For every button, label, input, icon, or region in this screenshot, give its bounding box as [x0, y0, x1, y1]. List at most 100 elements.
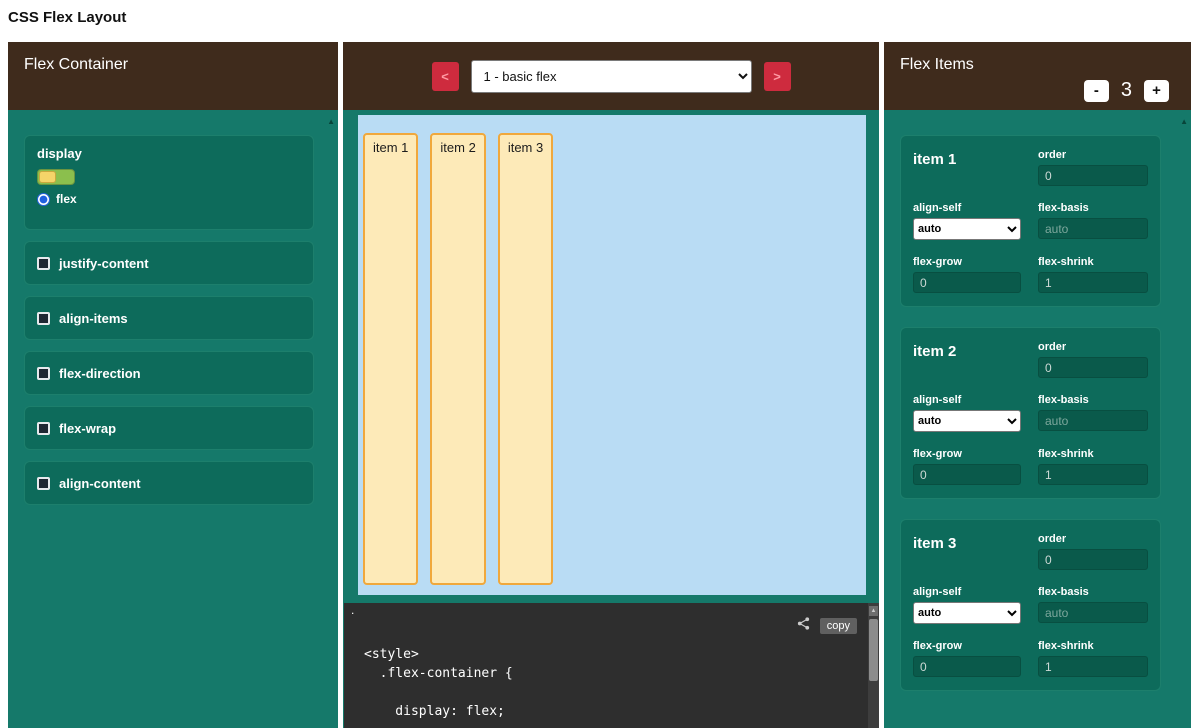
item-3-align-self-select[interactable]: auto: [913, 602, 1021, 624]
item-1-flex-basis-input[interactable]: [1038, 218, 1148, 239]
section-justify-content: justify-content: [24, 241, 314, 285]
scroll-up-arrow[interactable]: ▲: [1180, 118, 1188, 126]
item-2-flex-grow-input[interactable]: [913, 464, 1021, 485]
display-label: display: [37, 146, 301, 161]
add-item-button[interactable]: +: [1144, 80, 1169, 102]
item-1-flex-grow-field: flex-grow: [913, 256, 1021, 293]
flex-shrink-label: flex-shrink: [1038, 640, 1148, 652]
item-card-1: item 1 order align-self auto flex-basis …: [900, 135, 1161, 307]
share-icon[interactable]: [796, 616, 811, 636]
align-content-checkbox[interactable]: [37, 477, 50, 490]
item-count-controls: - 3 +: [1084, 79, 1169, 102]
preview-flex-item-2: item 2: [430, 133, 485, 585]
item-2-flex-basis-field: flex-basis: [1038, 394, 1148, 432]
align-self-label: align-self: [913, 202, 1021, 214]
item-1-flex-shrink-input[interactable]: [1038, 272, 1148, 293]
item-3-flex-shrink-field: flex-shrink: [1038, 640, 1148, 677]
flex-items-header: Flex Items - 3 +: [884, 42, 1191, 110]
code-line: display: flex;: [364, 702, 513, 721]
page-title: CSS Flex Layout: [8, 9, 126, 26]
code-line: .flex-container {: [364, 664, 513, 683]
item-3-flex-basis-field: flex-basis: [1038, 586, 1148, 624]
item-count: 3: [1121, 79, 1132, 102]
display-toggle[interactable]: [37, 169, 75, 185]
flex-basis-label: flex-basis: [1038, 202, 1148, 214]
item-3-flex-grow-field: flex-grow: [913, 640, 1021, 677]
preview-flex-item-3: item 3: [498, 133, 553, 585]
preview-header: < 1 - basic flex >: [343, 42, 879, 110]
code-line: <style>: [364, 645, 513, 664]
flex-grow-label: flex-grow: [913, 256, 1021, 268]
item-2-flex-shrink-input[interactable]: [1038, 464, 1148, 485]
item-2-align-self-field: align-self auto: [913, 394, 1021, 432]
flex-grow-label: flex-grow: [913, 640, 1021, 652]
section-align-items: align-items: [24, 296, 314, 340]
next-example-button[interactable]: >: [764, 62, 791, 91]
display-flex-radio-row: flex: [37, 192, 301, 206]
align-self-label: align-self: [913, 586, 1021, 598]
item-1-flex-shrink-field: flex-shrink: [1038, 256, 1148, 293]
flex-items-title: Flex Items: [900, 56, 974, 73]
display-toggle-knob: [39, 171, 56, 183]
flex-wrap-checkbox[interactable]: [37, 422, 50, 435]
section-flex-wrap: flex-wrap: [24, 406, 314, 450]
code-toolbar: copy: [796, 616, 857, 636]
item-3-flex-shrink-input[interactable]: [1038, 656, 1148, 677]
flex-direction-checkbox[interactable]: [37, 367, 50, 380]
item-1-title: item 1: [913, 149, 1021, 186]
item-1-order-input[interactable]: [1038, 165, 1148, 186]
item-3-order-field: order: [1038, 533, 1148, 570]
item-3-flex-basis-input[interactable]: [1038, 602, 1148, 623]
align-self-label: align-self: [913, 394, 1021, 406]
item-card-3: item 3 order align-self auto flex-basis …: [900, 519, 1161, 691]
item-3-title: item 3: [913, 533, 1021, 570]
example-select[interactable]: 1 - basic flex: [471, 60, 752, 93]
flex-container-panel: Flex Container ▲ display flex justify-co…: [8, 42, 338, 728]
justify-content-checkbox[interactable]: [37, 257, 50, 270]
item-3-align-self-field: align-self auto: [913, 586, 1021, 624]
display-section: display flex: [24, 135, 314, 230]
code-scroll-thumb[interactable]: [869, 619, 878, 681]
flex-items-body: ▲ item 1 order align-self auto flex-basi…: [884, 110, 1191, 728]
item-2-title: item 2: [913, 341, 1021, 378]
section-flex-direction: flex-direction: [24, 351, 314, 395]
item-3-order-input[interactable]: [1038, 549, 1148, 570]
display-flex-radio-label: flex: [56, 192, 77, 206]
item-1-flex-grow-input[interactable]: [913, 272, 1021, 293]
scroll-up-arrow[interactable]: ▲: [327, 118, 335, 126]
item-3-flex-grow-input[interactable]: [913, 656, 1021, 677]
flex-wrap-label: flex-wrap: [59, 421, 116, 436]
flex-direction-label: flex-direction: [59, 366, 141, 381]
flex-shrink-label: flex-shrink: [1038, 448, 1148, 460]
flex-container-body: ▲ display flex justify-content align-ite…: [8, 110, 338, 728]
code-block: <style> .flex-container { display: flex;: [364, 645, 513, 721]
item-1-align-self-field: align-self auto: [913, 202, 1021, 240]
item-1-align-self-select[interactable]: auto: [913, 218, 1021, 240]
order-label: order: [1038, 341, 1148, 353]
prev-example-button[interactable]: <: [432, 62, 459, 91]
item-2-order-field: order: [1038, 341, 1148, 378]
item-2-flex-grow-field: flex-grow: [913, 448, 1021, 485]
code-stray-dot: .: [351, 603, 354, 617]
display-flex-radio[interactable]: [37, 193, 50, 206]
preview-flex-item-1: item 1: [363, 133, 418, 585]
item-card-2: item 2 order align-self auto flex-basis …: [900, 327, 1161, 499]
flex-container-header: Flex Container: [8, 42, 338, 110]
flex-basis-label: flex-basis: [1038, 586, 1148, 598]
order-label: order: [1038, 149, 1148, 161]
item-1-flex-basis-field: flex-basis: [1038, 202, 1148, 240]
copy-button[interactable]: copy: [820, 618, 857, 634]
remove-item-button[interactable]: -: [1084, 80, 1109, 102]
code-scrollbar[interactable]: ▲: [868, 603, 879, 728]
item-2-flex-shrink-field: flex-shrink: [1038, 448, 1148, 485]
item-2-flex-basis-input[interactable]: [1038, 410, 1148, 431]
preview-panel: < 1 - basic flex > item 1 item 2 item 3 …: [343, 42, 879, 728]
align-items-label: align-items: [59, 311, 128, 326]
flex-container-title: Flex Container: [24, 56, 128, 73]
item-1-order-field: order: [1038, 149, 1148, 186]
item-2-order-input[interactable]: [1038, 357, 1148, 378]
code-scroll-up-arrow[interactable]: ▲: [869, 606, 878, 616]
item-2-align-self-select[interactable]: auto: [913, 410, 1021, 432]
align-items-checkbox[interactable]: [37, 312, 50, 325]
flex-shrink-label: flex-shrink: [1038, 256, 1148, 268]
